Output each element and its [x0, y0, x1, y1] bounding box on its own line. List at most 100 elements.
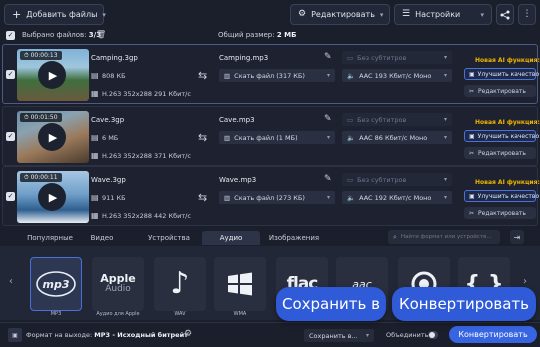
edit-file-button[interactable]: ✂ Редактировать — [464, 147, 536, 159]
save-to-dropdown[interactable]: Сохранить в... ▾ — [304, 329, 374, 342]
file-row[interactable]: ✓ ⏱ 00:00:11 ▶ Wave.3gp ▤ 911 КБ ▦ H.263… — [2, 166, 540, 226]
subtitles-dropdown[interactable]: ▭ Без субтитров ▾ — [342, 173, 452, 186]
more-vertical-icon: ⋮ — [522, 9, 532, 19]
settings-button[interactable]: ☰ Настройки ▾ — [394, 4, 492, 25]
output-size-dropdown[interactable]: ▥ Скать файл (317 КБ) ▾ — [219, 69, 335, 82]
collapse-panel-icon[interactable]: ⇥ — [510, 230, 524, 244]
format-search[interactable]: ⌕ — [388, 230, 500, 244]
total-size: Общий размер: 2 МБ — [218, 31, 296, 39]
output-format-value: MP3 - Исходный битрейт — [94, 331, 188, 339]
edit-file-label: Редактировать — [478, 149, 526, 157]
chevron-down-icon: ▾ — [443, 134, 447, 141]
tab-popular[interactable]: Популярные — [22, 231, 78, 245]
pencil-icon[interactable]: ✎ — [324, 174, 332, 184]
file-icon: ▤ — [91, 133, 99, 142]
convert-arrow-icon: ⇆ — [198, 69, 208, 82]
edit-toolbar-button[interactable]: ⚙ Редактировать ▾ — [290, 4, 390, 25]
output-format: Формат на выходе: MP3 - Исходный битрейт — [26, 331, 188, 339]
chevron-down-icon: ▾ — [443, 72, 447, 79]
play-icon[interactable]: ▶ — [38, 61, 66, 89]
pencil-icon[interactable]: ✎ — [324, 114, 332, 124]
edit-toolbar-label: Редактировать — [311, 10, 375, 19]
output-file-name: Camping.mp3 — [219, 54, 269, 62]
enhance-quality-button[interactable]: ▣ Улучшить качество — [464, 190, 540, 202]
tab-images[interactable]: Изображения — [262, 231, 326, 245]
file-row[interactable]: ✓ ⏱ 00:00:13 ▶ Camping.3gp ▤ 808 КБ ▦ H.… — [2, 44, 540, 104]
output-size-label: Скать файл (273 КБ) — [234, 193, 305, 202]
film-icon: ▦ — [91, 89, 99, 98]
overlay-save-to-label: Сохранить в — [282, 295, 380, 313]
film-icon: ▦ — [91, 211, 99, 220]
duration-badge: ⏱ 00:00:13 — [20, 51, 62, 60]
tab-label: Видео — [90, 234, 114, 242]
output-size-dropdown[interactable]: ▥ Скать файл (1 МБ) ▾ — [219, 131, 335, 144]
format-tile-mp3[interactable]: mp3 — [30, 257, 82, 311]
output-file-name: Cave.mp3 — [219, 116, 255, 124]
convert-button[interactable]: Конвертировать — [449, 326, 537, 343]
chevron-down-icon: ▾ — [443, 116, 447, 123]
file-checkbox[interactable]: ✓ — [6, 132, 15, 141]
overlay-save-to[interactable]: Сохранить в — [276, 287, 386, 321]
file-name: Wave.3gp — [91, 176, 126, 184]
play-icon[interactable]: ▶ — [38, 183, 66, 211]
add-files-button[interactable]: + Добавить файлы ▾ — [4, 4, 106, 25]
format-search-input[interactable] — [400, 234, 493, 240]
chevron-down-icon: ▾ — [326, 72, 330, 79]
chevron-right-icon[interactable]: › — [523, 276, 527, 287]
tab-devices[interactable]: Устройства — [138, 231, 200, 245]
enhance-quality-button[interactable]: ▣ Улучшить качество — [464, 130, 539, 142]
share-icon — [500, 10, 510, 19]
audio-track-dropdown[interactable]: 🔈 AAC 86 Кбит/с Моно ▾ — [342, 131, 452, 144]
settings-label: Настройки — [415, 10, 461, 19]
duration-badge: ⏱ 00:01:50 — [20, 113, 62, 122]
file-size: 911 КБ — [102, 194, 126, 202]
ai-feature-label: Новая AI функция: — [475, 57, 540, 64]
video-codec: H.263 352x288 291 Кбит/с — [102, 90, 191, 98]
trash-icon[interactable]: 🗑 — [96, 30, 106, 39]
format-tile-wav[interactable]: ♪ — [154, 257, 206, 311]
total-size-value: 2 МБ — [276, 31, 297, 39]
play-icon[interactable]: ▶ — [38, 123, 66, 151]
format-tile-apple-audio[interactable]: Apple Audio — [92, 257, 144, 311]
tab-video[interactable]: Видео — [80, 231, 124, 245]
duration-value: 00:00:13 — [30, 52, 58, 59]
edit-file-button[interactable]: ✂ Редактировать — [464, 207, 536, 219]
select-all-checkbox[interactable]: ✓ — [6, 31, 15, 40]
tab-audio[interactable]: Аудио — [202, 231, 260, 245]
format-label-wav: WAV — [174, 311, 186, 317]
scissors-icon: ✂ — [469, 87, 475, 95]
subtitles-label: Без субтитров — [357, 115, 407, 124]
convert-label: Конвертировать — [458, 330, 528, 339]
tab-label: Аудио — [219, 234, 243, 242]
chevron-left-icon[interactable]: ‹ — [9, 276, 13, 287]
format-settings-icon[interactable]: ⚙ — [184, 329, 192, 339]
sliders-icon: ⚙ — [298, 9, 307, 19]
enhance-quality-button[interactable]: ▣ Улучшить качество — [464, 68, 539, 80]
edit-file-button[interactable]: ✂ Редактировать — [464, 85, 536, 97]
total-size-label: Общий размер: — [218, 31, 275, 39]
format-tile-wma[interactable] — [214, 257, 266, 311]
compress-icon: ▥ — [224, 71, 231, 80]
audio-track-dropdown[interactable]: 🔈 AAC 192 Кбит/с Моно ▾ — [342, 191, 452, 204]
video-thumbnail[interactable]: ⏱ 00:01:50 ▶ — [17, 111, 89, 163]
output-size-dropdown[interactable]: ▥ Скать файл (273 КБ) ▾ — [219, 191, 335, 204]
search-icon: ⌕ — [393, 232, 397, 241]
chevron-down-icon: ▾ — [326, 134, 330, 141]
video-thumbnail[interactable]: ⏱ 00:00:13 ▶ — [17, 49, 89, 101]
file-row[interactable]: ✓ ⏱ 00:01:50 ▶ Cave.3gp ▤ 6 МБ ▦ H.263 3… — [2, 106, 540, 166]
pencil-icon[interactable]: ✎ — [324, 52, 332, 62]
subtitles-dropdown[interactable]: ▭ Без субтитров ▾ — [342, 51, 452, 64]
audio-track-dropdown[interactable]: 🔈 AAC 193 Кбит/с Моно ▾ — [342, 69, 452, 82]
chevron-down-icon: ▾ — [379, 10, 384, 19]
merge-toggle[interactable] — [428, 331, 438, 339]
enhance-quality-label: Улучшить качество — [477, 192, 540, 200]
file-checkbox[interactable]: ✓ — [6, 70, 15, 79]
file-checkbox[interactable]: ✓ — [6, 192, 15, 201]
share-button[interactable] — [496, 4, 514, 25]
subtitles-label: Без субтитров — [357, 175, 407, 184]
enhance-icon: ▣ — [469, 132, 475, 140]
video-thumbnail[interactable]: ⏱ 00:00:11 ▶ — [17, 171, 89, 223]
overlay-convert[interactable]: Конвертировать — [392, 287, 536, 321]
subtitles-dropdown[interactable]: ▭ Без субтитров ▾ — [342, 113, 452, 126]
menu-button[interactable]: ⋮ — [518, 4, 536, 25]
